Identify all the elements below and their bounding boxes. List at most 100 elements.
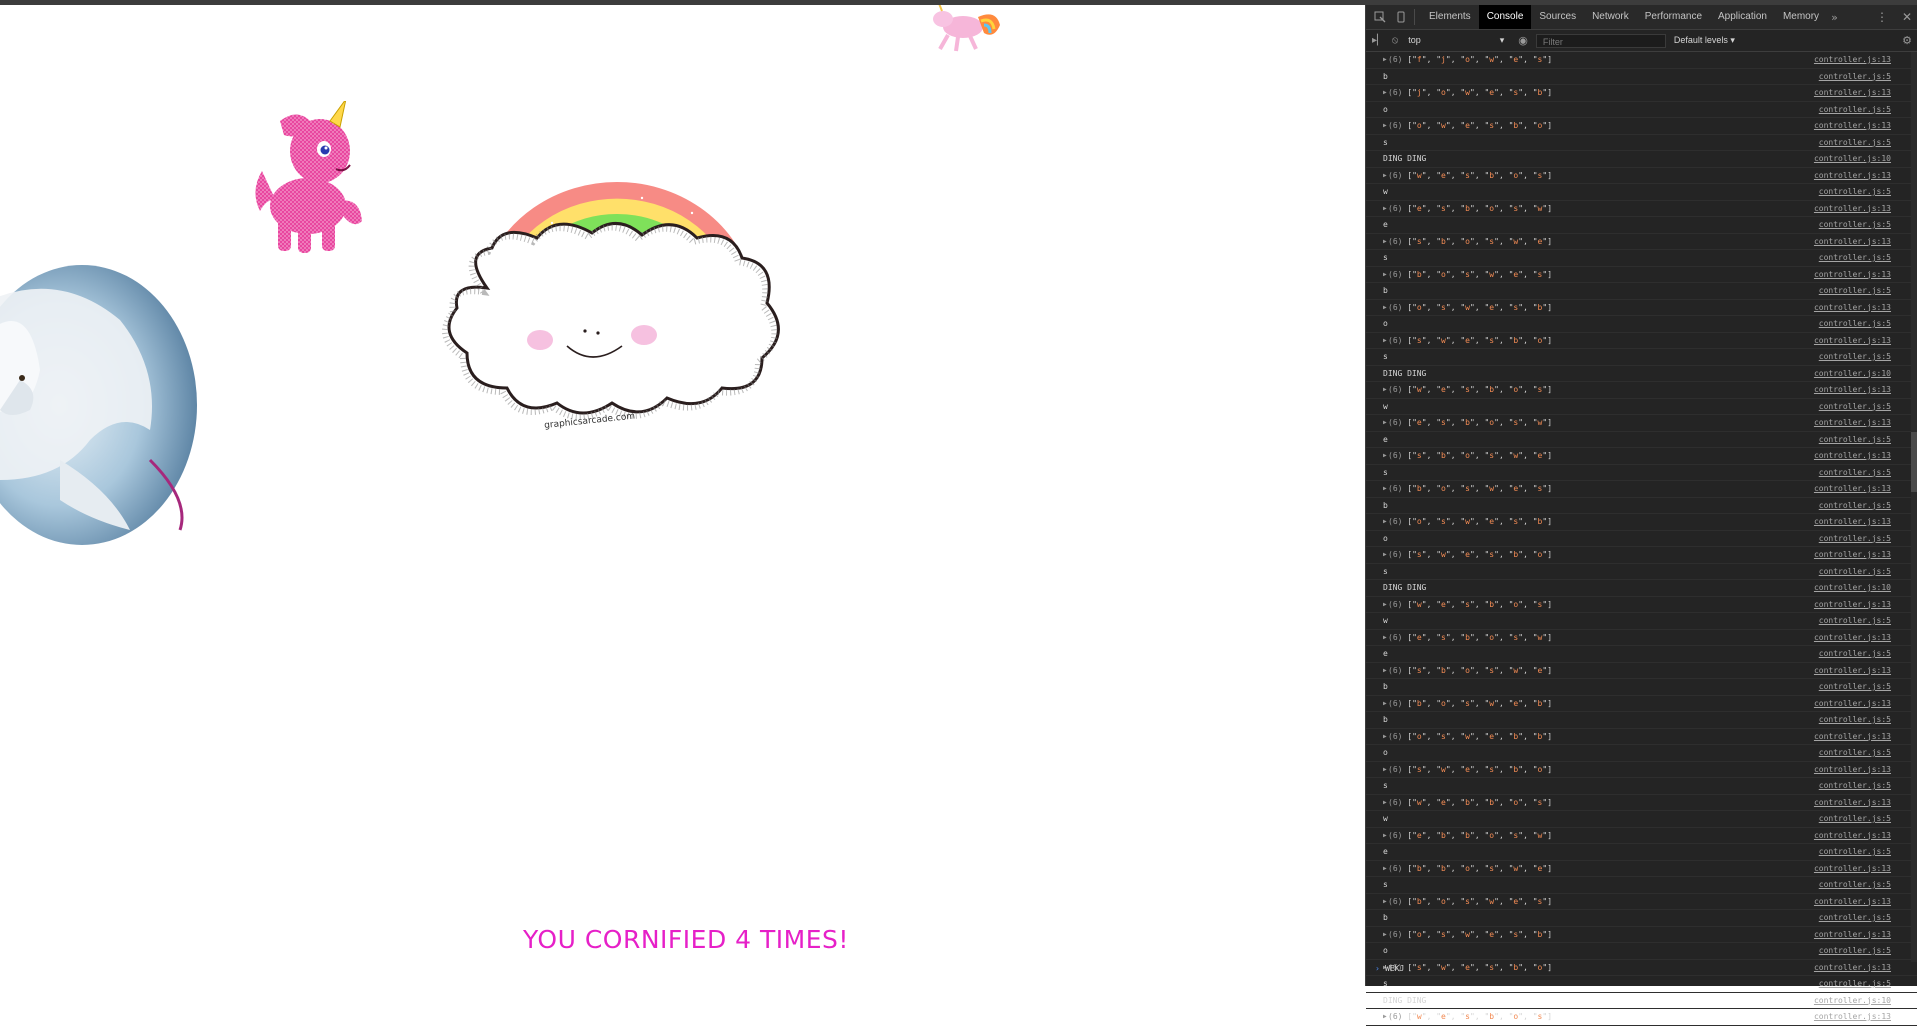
console-log-row[interactable]: w controller.js:5 bbox=[1366, 613, 1917, 630]
close-icon[interactable]: ✕ bbox=[1902, 10, 1912, 24]
console-log-row[interactable]: ▶ (6) ["s", "b", "o", "s", "w", "e"] contr… bbox=[1366, 663, 1917, 679]
source-link[interactable]: controller.js:13 bbox=[1814, 168, 1891, 183]
source-link[interactable]: controller.js:5 bbox=[1819, 432, 1891, 447]
console-log-row[interactable]: ▶ (6) ["w", "e", "s", "b", "o", "s"] contr… bbox=[1366, 1009, 1917, 1026]
console-log-row[interactable]: w controller.js:5 bbox=[1366, 399, 1917, 415]
console-log-row[interactable]: s controller.js:5 bbox=[1366, 778, 1917, 795]
source-link[interactable]: controller.js:5 bbox=[1819, 877, 1891, 892]
expand-arrow-icon[interactable]: ▶ bbox=[1383, 481, 1387, 496]
source-link[interactable]: controller.js:5 bbox=[1819, 712, 1891, 727]
console-log-row[interactable]: b controller.js:5 bbox=[1366, 498, 1917, 514]
source-link[interactable]: controller.js:13 bbox=[1814, 85, 1891, 100]
console-log-row[interactable]: ▶ (6) ["s", "b", "o", "s", "w", "e"] contr… bbox=[1366, 448, 1917, 465]
console-log-row[interactable]: DING DING controller.js:10 bbox=[1366, 993, 1917, 1009]
expand-arrow-icon[interactable]: ▶ bbox=[1383, 118, 1387, 133]
expand-arrow-icon[interactable]: ▶ bbox=[1383, 927, 1387, 942]
tab-console[interactable]: Console bbox=[1478, 5, 1532, 29]
source-link[interactable]: controller.js:13 bbox=[1814, 415, 1891, 430]
expand-arrow-icon[interactable]: ▶ bbox=[1383, 52, 1387, 67]
expand-arrow-icon[interactable]: ▶ bbox=[1383, 795, 1387, 810]
source-link[interactable]: controller.js:5 bbox=[1819, 976, 1891, 991]
scrollbar-thumb[interactable] bbox=[1911, 432, 1917, 492]
console-log-row[interactable]: ▶ (6) ["s", "w", "e", "s", "b", "o"] contr… bbox=[1366, 762, 1917, 778]
source-link[interactable]: controller.js:5 bbox=[1819, 349, 1891, 364]
console-log-row[interactable]: b controller.js:5 bbox=[1366, 910, 1917, 927]
expand-arrow-icon[interactable]: ▶ bbox=[1383, 415, 1387, 430]
console-prompt[interactable]: › WEKJ bbox=[1366, 962, 1917, 976]
console-log-row[interactable]: s controller.js:5 bbox=[1366, 976, 1917, 993]
source-link[interactable]: controller.js:5 bbox=[1819, 811, 1891, 826]
expand-arrow-icon[interactable]: ▶ bbox=[1383, 300, 1387, 315]
console-log-row[interactable]: s controller.js:5 bbox=[1366, 250, 1917, 267]
tab-elements[interactable]: Elements bbox=[1421, 5, 1479, 29]
expand-arrow-icon[interactable]: ▶ bbox=[1383, 696, 1387, 711]
expand-arrow-icon[interactable]: ▶ bbox=[1383, 168, 1387, 183]
expand-arrow-icon[interactable]: ▶ bbox=[1383, 201, 1387, 216]
console-log-row[interactable]: s controller.js:5 bbox=[1366, 877, 1917, 894]
source-link[interactable]: controller.js:13 bbox=[1814, 762, 1891, 777]
inspect-element-icon[interactable] bbox=[1373, 10, 1387, 24]
source-link[interactable]: controller.js:13 bbox=[1814, 630, 1891, 645]
source-link[interactable]: controller.js:5 bbox=[1819, 844, 1891, 859]
device-toolbar-icon[interactable] bbox=[1394, 10, 1408, 24]
rainbow-cloud-image[interactable]: graphicsarcade.com bbox=[432, 153, 802, 438]
source-link[interactable]: controller.js:13 bbox=[1814, 300, 1891, 315]
source-link[interactable]: controller.js:13 bbox=[1814, 382, 1891, 397]
source-link[interactable]: controller.js:13 bbox=[1814, 795, 1891, 810]
tab-sources[interactable]: Sources bbox=[1531, 5, 1584, 29]
console-log-row[interactable]: s controller.js:5 bbox=[1366, 349, 1917, 366]
console-log-row[interactable]: o controller.js:5 bbox=[1366, 531, 1917, 547]
console-log-row[interactable]: DING DING controller.js:10 bbox=[1366, 151, 1917, 168]
source-link[interactable]: controller.js:5 bbox=[1819, 283, 1891, 298]
source-link[interactable]: controller.js:13 bbox=[1814, 861, 1891, 876]
context-selector[interactable]: top ▾ bbox=[1408, 35, 1504, 46]
expand-arrow-icon[interactable]: ▶ bbox=[1383, 234, 1387, 249]
expand-arrow-icon[interactable]: ▶ bbox=[1383, 597, 1387, 612]
clear-console-icon[interactable]: ⦸ bbox=[1392, 35, 1399, 46]
source-link[interactable]: controller.js:13 bbox=[1814, 481, 1891, 496]
console-log-row[interactable]: ▶ (6) ["e", "s", "b", "o", "s", "w"] contr… bbox=[1366, 630, 1917, 646]
source-link[interactable]: controller.js:5 bbox=[1819, 679, 1891, 694]
console-log-row[interactable]: ▶ (6) ["o", "s", "w", "e", "b", "b"] contr… bbox=[1366, 729, 1917, 745]
console-log-row[interactable]: o controller.js:5 bbox=[1366, 943, 1917, 960]
white-horse-circle-image[interactable] bbox=[0, 260, 200, 560]
console-log-row[interactable]: ▶ (6) ["w", "e", "s", "b", "o", "s"] contr… bbox=[1366, 382, 1917, 399]
source-link[interactable]: controller.js:5 bbox=[1819, 646, 1891, 661]
expand-arrow-icon[interactable]: ▶ bbox=[1383, 663, 1387, 678]
source-link[interactable]: controller.js:5 bbox=[1819, 531, 1891, 546]
console-log-row[interactable]: ▶ (6) ["f", "j", "o", "w", "e", "s"] contr… bbox=[1366, 52, 1917, 69]
console-log-row[interactable]: ▶ (6) ["e", "b", "b", "o", "s", "w"] contr… bbox=[1366, 828, 1917, 844]
source-link[interactable]: controller.js:13 bbox=[1814, 894, 1891, 909]
source-link[interactable]: controller.js:10 bbox=[1814, 151, 1891, 166]
source-link[interactable]: controller.js:5 bbox=[1819, 910, 1891, 925]
source-link[interactable]: controller.js:13 bbox=[1814, 52, 1891, 67]
console-log-row[interactable]: ▶ (6) ["b", "o", "s", "w", "e", "s"] contr… bbox=[1366, 894, 1917, 910]
live-expression-eye-icon[interactable]: ◉ bbox=[1518, 34, 1528, 47]
expand-arrow-icon[interactable]: ▶ bbox=[1383, 861, 1387, 876]
source-link[interactable]: controller.js:5 bbox=[1819, 943, 1891, 958]
console-log-row[interactable]: e controller.js:5 bbox=[1366, 217, 1917, 234]
source-link[interactable]: controller.js:13 bbox=[1814, 597, 1891, 612]
console-log-row[interactable]: o controller.js:5 bbox=[1366, 745, 1917, 762]
console-log-row[interactable]: ▶ (6) ["o", "w", "e", "s", "b", "o"] contr… bbox=[1366, 118, 1917, 135]
console-log-row[interactable]: b controller.js:5 bbox=[1366, 679, 1917, 696]
source-link[interactable]: controller.js:5 bbox=[1819, 250, 1891, 265]
console-log-row[interactable]: ▶ (6) ["o", "s", "w", "e", "s", "b"] contr… bbox=[1366, 514, 1917, 531]
console-log-row[interactable]: DING DING controller.js:10 bbox=[1366, 580, 1917, 597]
console-log-row[interactable]: ▶ (6) ["e", "s", "b", "o", "s", "w"] contr… bbox=[1366, 415, 1917, 432]
source-link[interactable]: controller.js:13 bbox=[1814, 663, 1891, 678]
log-levels-dropdown[interactable]: Default levels ▾ bbox=[1674, 35, 1735, 46]
source-link[interactable]: controller.js:5 bbox=[1819, 69, 1891, 84]
expand-arrow-icon[interactable]: ▶ bbox=[1383, 828, 1387, 843]
source-link[interactable]: controller.js:13 bbox=[1814, 333, 1891, 348]
expand-arrow-icon[interactable]: ▶ bbox=[1383, 333, 1387, 348]
console-log-row[interactable]: s controller.js:5 bbox=[1366, 465, 1917, 481]
source-link[interactable]: controller.js:13 bbox=[1814, 828, 1891, 843]
tab-memory[interactable]: Memory bbox=[1775, 5, 1827, 29]
console-log-row[interactable]: ▶ (6) ["b", "o", "s", "w", "e", "s"] contr… bbox=[1366, 267, 1917, 283]
source-link[interactable]: controller.js:5 bbox=[1819, 102, 1891, 117]
console-log-row[interactable]: w controller.js:5 bbox=[1366, 811, 1917, 828]
tab-application[interactable]: Application bbox=[1710, 5, 1775, 29]
source-link[interactable]: controller.js:13 bbox=[1814, 696, 1891, 711]
source-link[interactable]: controller.js:13 bbox=[1814, 927, 1891, 942]
